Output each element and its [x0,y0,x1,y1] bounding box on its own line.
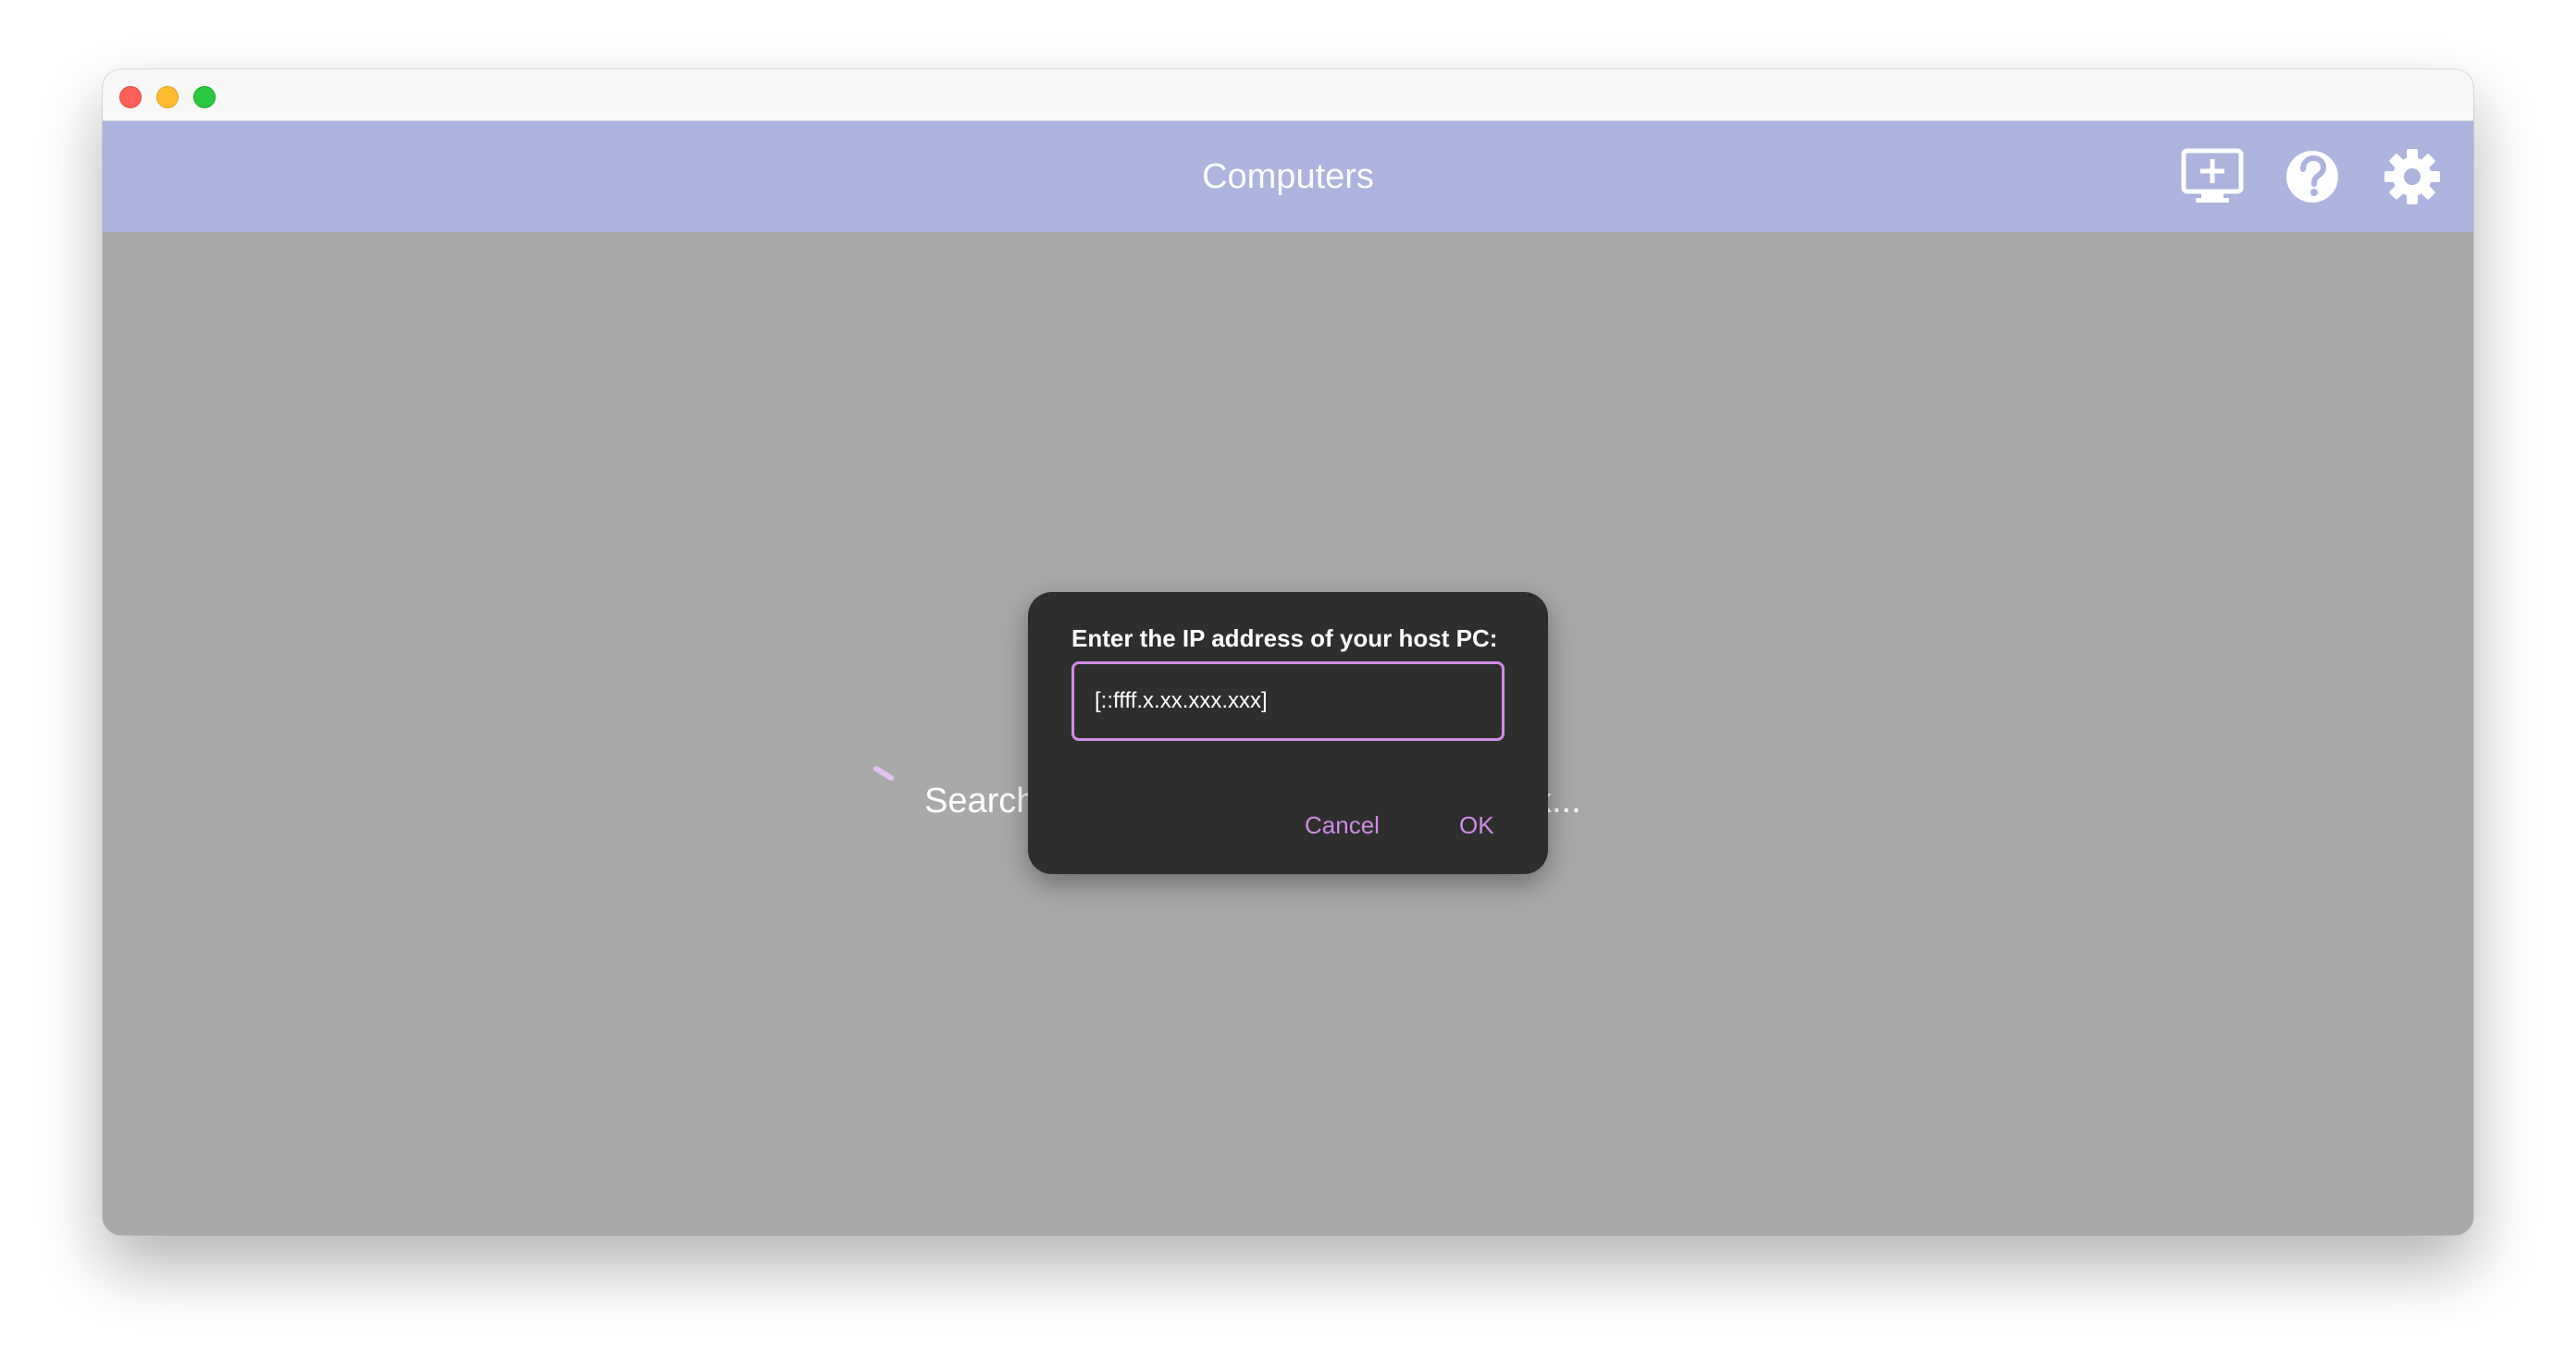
help-icon [2286,151,2338,203]
help-button[interactable] [2281,145,2344,208]
zoom-window-button[interactable] [193,86,216,108]
window-titlebar [103,69,2473,121]
add-computer-button[interactable] [2181,145,2244,208]
cancel-button[interactable]: Cancel [1301,807,1383,844]
settings-button[interactable] [2381,145,2444,208]
app-toolbar: Computers [103,121,2473,232]
add-computer-icon [2181,148,2244,203]
close-window-button[interactable] [119,86,142,108]
ip-address-input[interactable] [1071,661,1505,741]
loading-spinner-icon [873,763,910,800]
ok-button[interactable]: OK [1455,807,1498,844]
page-title: Computers [1202,157,1374,196]
settings-icon [2384,149,2440,204]
dialog-title: Enter the IP address of your host PC: [1071,624,1498,652]
app-window: Computers Searching Enter the IP address… [103,69,2473,1235]
add-pc-dialog: Enter the IP address of your host PC: Ca… [1028,592,1548,874]
minimize-window-button[interactable] [156,86,179,108]
